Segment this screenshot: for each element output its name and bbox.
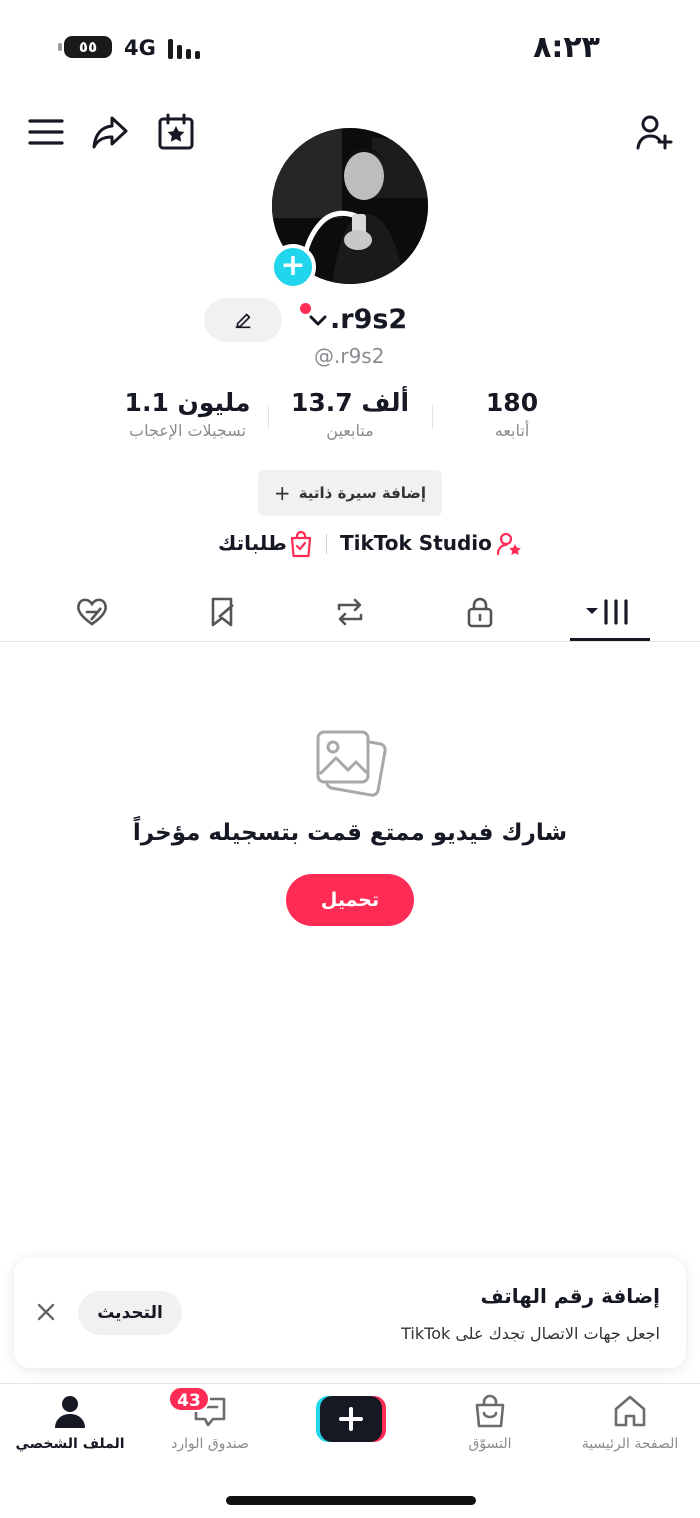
- home-icon: [614, 1395, 646, 1427]
- tab-reposts[interactable]: [328, 590, 372, 634]
- display-name[interactable]: .r9s2: [330, 304, 407, 335]
- user-handle: @.r9s2: [314, 344, 385, 368]
- person-icon: [55, 1396, 85, 1428]
- add-user-icon[interactable]: [634, 112, 674, 152]
- inbox-badge: 43: [168, 1386, 210, 1412]
- plus-icon: +: [273, 481, 291, 505]
- menu-icon[interactable]: [26, 112, 66, 152]
- stat-value: 13.7 ألف: [290, 388, 410, 417]
- shopping-bag-icon: [475, 1394, 505, 1428]
- empty-state-title: شارك فيديو ممتع قمت بتسجيله مؤخراً: [132, 820, 568, 846]
- card-title: إضافة رقم الهاتف: [480, 1284, 660, 1308]
- heart-hidden-icon: [77, 598, 107, 626]
- add-bio-label: إضافة سيرة ذاتية: [298, 484, 427, 502]
- nav-shop-label: التسوّق: [468, 1436, 512, 1452]
- lock-icon: [467, 597, 493, 628]
- tab-favorites[interactable]: [200, 590, 244, 634]
- stat-label: أتابعه: [494, 421, 530, 440]
- nav-inbox[interactable]: صندوق الوارد: [140, 1390, 280, 1460]
- nav-home[interactable]: الصفحة الرئيسية: [560, 1390, 700, 1460]
- add-bio-button[interactable]: إضافة سيرة ذاتية +: [258, 470, 442, 516]
- studio-icon[interactable]: [496, 531, 522, 557]
- bookmark-hidden-icon: [211, 597, 234, 627]
- tab-videos[interactable]: [584, 590, 636, 634]
- add-avatar-button[interactable]: +: [270, 244, 316, 290]
- tiktok-studio-link[interactable]: TikTok Studio: [340, 531, 492, 555]
- grid-icon: [586, 599, 628, 625]
- tab-liked[interactable]: [70, 590, 114, 634]
- divider: [326, 534, 327, 554]
- status-dot: [300, 303, 311, 314]
- upload-button[interactable]: تحميل: [286, 874, 414, 926]
- nav-shop[interactable]: التسوّق: [420, 1390, 560, 1460]
- home-indicator: [226, 1496, 476, 1505]
- nav-profile[interactable]: الملف الشخصي: [0, 1390, 140, 1460]
- calendar-star-icon[interactable]: [156, 112, 196, 152]
- share-icon[interactable]: [90, 112, 130, 152]
- network-label: 4G: [124, 36, 156, 60]
- divider: [268, 405, 269, 429]
- stat-following[interactable]: 180 أتابعه: [462, 388, 562, 440]
- nav-profile-label: الملف الشخصي: [15, 1436, 125, 1452]
- repost-icon: [337, 598, 363, 626]
- stat-label: تسجيلات الإعجاب: [129, 421, 246, 440]
- nav-home-label: الصفحة الرئيسية: [581, 1436, 679, 1452]
- update-button[interactable]: التحديث: [78, 1291, 182, 1335]
- divider: [432, 405, 433, 429]
- battery-indicator: ٥٥: [58, 36, 112, 58]
- divider: [0, 641, 700, 642]
- close-icon[interactable]: [34, 1300, 58, 1324]
- tab-private[interactable]: [458, 590, 502, 634]
- nav-inbox-label: صندوق الوارد: [171, 1436, 249, 1452]
- stat-followers[interactable]: 13.7 ألف متابعين: [285, 388, 415, 440]
- stat-label: متابعين: [326, 421, 374, 440]
- pencil-icon: [235, 313, 251, 329]
- create-button[interactable]: [316, 1396, 386, 1442]
- divider: [0, 1383, 700, 1384]
- chevron-down-icon[interactable]: [308, 314, 328, 328]
- stat-value: 180: [485, 388, 539, 417]
- stat-value: 1.1 مليون: [124, 388, 251, 417]
- signal-icon: [168, 37, 208, 59]
- photo-icon: [316, 730, 387, 797]
- edit-profile-button[interactable]: [204, 298, 282, 342]
- shopping-bag-icon[interactable]: [288, 530, 314, 558]
- stat-likes[interactable]: 1.1 مليون تسجيلات الإعجاب: [110, 388, 265, 440]
- card-subtitle: اجعل جهات الاتصال تجدك على TikTok: [401, 1324, 660, 1343]
- status-time: ٨:٢٣: [533, 30, 600, 65]
- orders-link[interactable]: طلباتك: [218, 531, 287, 555]
